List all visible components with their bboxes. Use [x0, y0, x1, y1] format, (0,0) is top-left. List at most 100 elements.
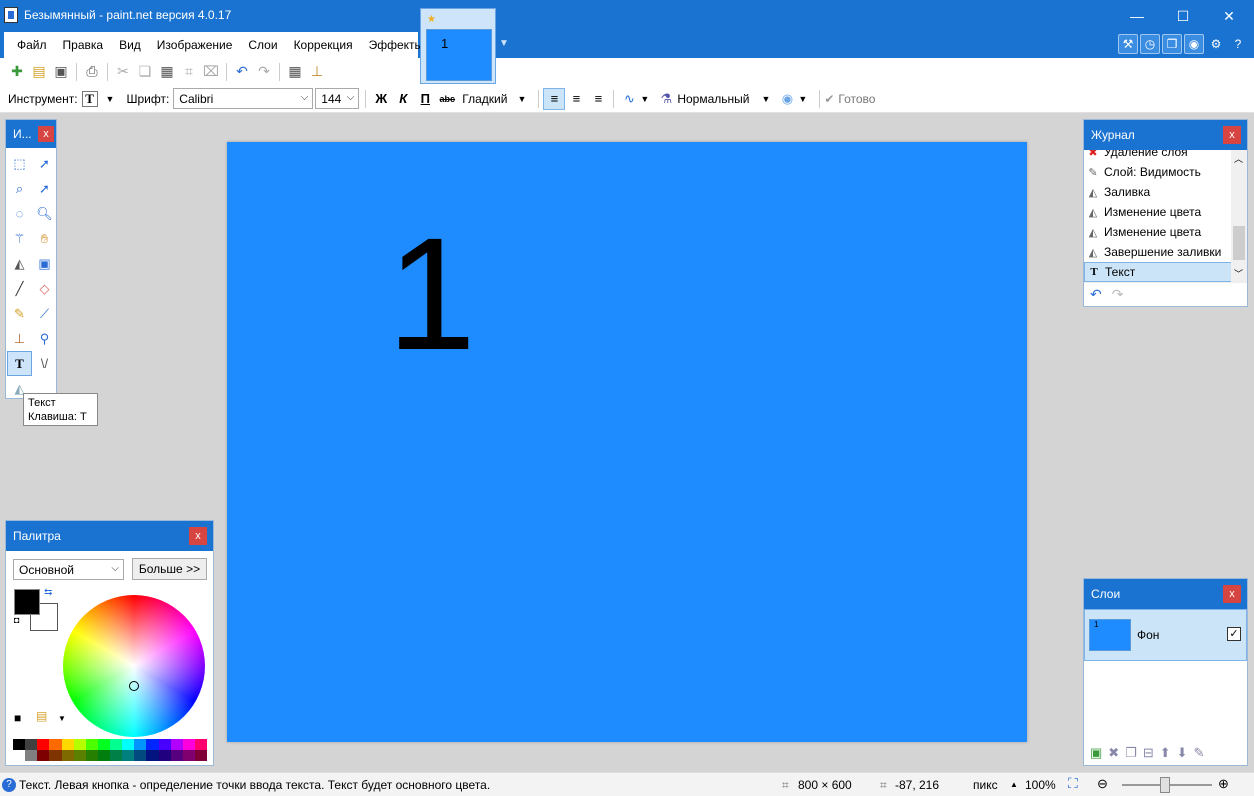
palette-swatch[interactable]: [134, 750, 147, 761]
open-file-icon[interactable]: ▤: [28, 61, 50, 83]
merge-layer-down-icon[interactable]: ⊟: [1143, 745, 1154, 761]
palette-swatch[interactable]: [73, 750, 86, 761]
palette-swatch[interactable]: [73, 739, 86, 750]
history-item[interactable]: ✖ Удаление слоя: [1084, 150, 1232, 162]
color-picker-icon[interactable]: ⟋: [32, 301, 57, 326]
sampling-dropdown-icon[interactable]: ▼: [798, 94, 807, 104]
zoom-in-icon[interactable]: ⊕: [1218, 776, 1229, 792]
font-family-select[interactable]: Calibri ⌵: [173, 88, 314, 109]
palette-swatch[interactable]: [170, 750, 183, 761]
history-item[interactable]: ◭ Заливка: [1084, 182, 1232, 202]
history-item[interactable]: ◭ Завершение заливки: [1084, 242, 1232, 262]
redo-icon[interactable]: ↷: [253, 61, 275, 83]
units-select[interactable]: пикс: [973, 778, 998, 792]
palette-swatch[interactable]: [25, 739, 38, 750]
redo-icon[interactable]: ↷: [1112, 286, 1124, 303]
menu-adjustments[interactable]: Коррекция: [286, 38, 361, 52]
menu-image[interactable]: Изображение: [149, 38, 241, 52]
new-file-icon[interactable]: ✚: [6, 61, 28, 83]
grid-icon[interactable]: ▦: [284, 61, 306, 83]
font-size-select[interactable]: 144 ⌵: [315, 88, 360, 109]
document-tab[interactable]: ★ 1: [420, 8, 496, 84]
text-tool-icon[interactable]: T: [7, 351, 32, 376]
paste-icon[interactable]: ▦: [156, 61, 178, 83]
menu-layers[interactable]: Слои: [240, 38, 285, 52]
blend-mode-dropdown-icon[interactable]: ▼: [761, 94, 770, 104]
chevron-up-icon[interactable]: ︿: [1234, 152, 1243, 165]
zoom-icon[interactable]: 🔍︎: [32, 201, 57, 226]
layers-window-toggle-icon[interactable]: ❐: [1162, 34, 1182, 54]
undo-icon[interactable]: ↶: [231, 61, 253, 83]
layer-row[interactable]: 1 Фон ✓: [1084, 609, 1247, 661]
close-window-button[interactable]: ✕: [1206, 0, 1252, 32]
magic-wand-icon[interactable]: ⚚: [7, 226, 32, 251]
deselect-icon[interactable]: ⌧: [200, 61, 222, 83]
align-left-button[interactable]: ≡: [543, 87, 566, 110]
move-selected-icon[interactable]: ➚: [32, 151, 57, 176]
finish-button[interactable]: Готово: [838, 92, 875, 106]
chevron-down-icon[interactable]: ﹀: [1234, 267, 1243, 280]
menu-file[interactable]: Файл: [9, 38, 55, 52]
close-history-panel-button[interactable]: x: [1223, 126, 1241, 144]
undo-icon[interactable]: ↶: [1090, 286, 1102, 303]
zoom-slider-thumb[interactable]: [1160, 777, 1170, 793]
palette-swatch[interactable]: [146, 739, 159, 750]
palette-swatch[interactable]: [25, 750, 38, 761]
align-center-button[interactable]: ≡: [565, 88, 587, 110]
palette-swatch-strip[interactable]: [13, 739, 207, 761]
eraser-icon[interactable]: ◇: [32, 276, 57, 301]
menu-view[interactable]: Вид: [111, 38, 149, 52]
selection-mode-icon[interactable]: ∿: [618, 88, 640, 110]
scrollbar-thumb[interactable]: [1233, 226, 1245, 260]
recolor-icon[interactable]: ⚲: [32, 326, 57, 351]
palette-swatch[interactable]: [170, 739, 183, 750]
close-tools-panel-button[interactable]: x: [38, 126, 54, 142]
underline-button[interactable]: П: [414, 88, 436, 110]
current-tool-text-icon[interactable]: T: [81, 90, 98, 107]
document-list-dropdown-icon[interactable]: ▼: [499, 38, 509, 49]
close-palette-panel-button[interactable]: x: [189, 527, 207, 545]
palette-swatch[interactable]: [122, 739, 135, 750]
move-layer-down-icon[interactable]: ⬇: [1177, 745, 1188, 761]
line-curve-icon[interactable]: \/: [32, 351, 57, 376]
align-right-button[interactable]: ≡: [587, 88, 609, 110]
pan-hand-icon[interactable]: ✋︎: [32, 226, 57, 251]
print-icon[interactable]: ⎙: [81, 61, 103, 83]
strikethrough-button[interactable]: abc: [436, 88, 458, 110]
palette-swatch[interactable]: [110, 739, 123, 750]
palette-swatch[interactable]: [97, 750, 110, 761]
colors-window-toggle-icon[interactable]: ◉: [1184, 34, 1204, 54]
color-wheel[interactable]: [63, 595, 205, 737]
palette-swatch[interactable]: [146, 750, 159, 761]
palette-swatch[interactable]: [194, 750, 207, 761]
save-icon[interactable]: ▣: [50, 61, 72, 83]
palette-swatch[interactable]: [49, 739, 62, 750]
copy-icon[interactable]: ❏: [134, 61, 156, 83]
history-item[interactable]: ◭ Изменение цвета: [1084, 202, 1232, 222]
palette-swatch[interactable]: [134, 739, 147, 750]
ellipse-select-icon[interactable]: ◌: [7, 201, 32, 226]
tool-dropdown-icon[interactable]: ▼: [106, 94, 115, 104]
crop-icon[interactable]: ⌗: [178, 61, 200, 83]
rectangle-select-icon[interactable]: ⬚: [7, 151, 32, 176]
history-item[interactable]: ◭ Изменение цвета: [1084, 222, 1232, 242]
palette-swatch[interactable]: [49, 750, 62, 761]
palette-swatch[interactable]: [61, 739, 74, 750]
palette-swatch[interactable]: [85, 739, 98, 750]
zoom-to-window-icon[interactable]: ⛶: [1068, 775, 1078, 792]
cut-icon[interactable]: ✂: [112, 61, 134, 83]
layer-properties-icon[interactable]: ✎: [1194, 745, 1205, 761]
add-layer-icon[interactable]: ▣: [1090, 745, 1102, 761]
zoom-level[interactable]: 100%: [1025, 778, 1056, 792]
blend-mode-select[interactable]: Нормальный: [677, 92, 749, 106]
tools-window-toggle-icon[interactable]: ⚒: [1118, 34, 1138, 54]
history-scrollbar[interactable]: ︿ ﹀: [1231, 150, 1247, 282]
clone-stamp-icon[interactable]: ⊥: [7, 326, 32, 351]
palette-swatch[interactable]: [182, 750, 195, 761]
lasso-select-icon[interactable]: ⌕: [7, 176, 32, 201]
palette-swatch[interactable]: [13, 750, 26, 761]
history-item[interactable]: ✎ Слой: Видимость: [1084, 162, 1232, 182]
selection-mode-dropdown-icon[interactable]: ▼: [640, 94, 649, 104]
antialias-dropdown-icon[interactable]: ▼: [517, 94, 526, 104]
help-icon[interactable]: ?: [1228, 34, 1248, 54]
